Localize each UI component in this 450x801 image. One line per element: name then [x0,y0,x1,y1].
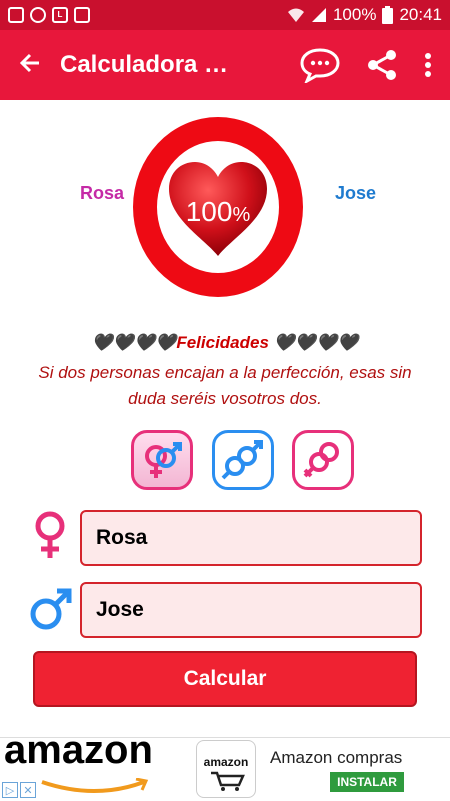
calculate-label: Calcular [183,667,267,690]
amazon-smile-icon [41,778,149,793]
inbox-icon [74,7,90,23]
clock: 20:41 [399,5,442,24]
share-icon[interactable] [366,49,398,81]
result-ring: 100% [133,117,303,297]
male-male-icon [221,440,263,480]
name-left: Rosa [80,183,125,203]
female-female-icon [303,442,339,478]
chat-bubble-icon[interactable] [300,47,340,83]
female-name-value: Rosa [96,526,148,549]
match-percentage: 100% [157,196,279,228]
male-name-value: Jose [96,598,144,621]
status-right: 100% 20:41 [287,5,442,25]
more-vert-icon[interactable] [424,52,432,78]
battery-icon [382,6,394,24]
battery-percent: 100% [332,5,377,24]
back-arrow-icon [19,53,39,73]
percentage-sign: % [232,204,251,226]
ad-banner-word: amazon [4,738,153,772]
amazon-app-logo[interactable]: amazon [196,740,256,798]
status-bar: L 100% 20:41 [0,0,450,30]
app-bar: Calculadora n… [0,30,450,100]
amazon-logo-text: amazon [203,755,249,769]
ad-title: Amazon compras [270,748,403,767]
page-title: Calculadora n… [60,51,240,78]
emoji-icon [30,7,46,23]
calculate-button[interactable]: Calcular [33,651,417,707]
wifi-icon [287,8,304,22]
line-app-icon: L [52,7,68,23]
back-button[interactable] [0,48,60,82]
ad-play-icon: ▷ [2,782,18,798]
shopping-cart-icon [211,771,245,791]
percentage-value: 100 [185,196,233,227]
ad-close-icon[interactable]: ✕ [20,782,36,798]
female-name-field[interactable]: Rosa [80,510,422,566]
ad-choices[interactable]: ▷ ✕ [2,782,38,800]
message-line-1: Si dos personas encajan a la perfección,… [38,363,412,382]
male-name-field[interactable]: Jose [80,582,422,638]
result-headline: 🖤🖤🖤🖤Felicidades 🖤🖤🖤🖤 [0,333,450,353]
headline-text: Felicidades [176,333,269,352]
male-symbol-icon [30,588,72,630]
image-icon [8,7,24,23]
status-left-icons: L [8,7,90,23]
female-male-button[interactable] [131,430,193,490]
black-hearts-right: 🖤🖤🖤🖤 [273,333,359,352]
female-female-button[interactable] [292,430,354,490]
male-male-button[interactable] [212,430,274,490]
female-symbol-icon [35,511,65,558]
black-hearts-left: 🖤🖤🖤🖤 [91,333,177,352]
result-message: Si dos personas encajan a la perfección,… [0,360,450,412]
install-button[interactable]: INSTALAR [330,772,404,792]
message-line-2: duda seréis vosotros dos. [128,389,322,408]
ad-banner[interactable]: amazon ▷ ✕ amazon Amazon compras INSTALA… [0,737,450,801]
name-right: Jose [335,183,377,203]
signal-icon [311,8,326,22]
female-male-icon [145,442,182,478]
